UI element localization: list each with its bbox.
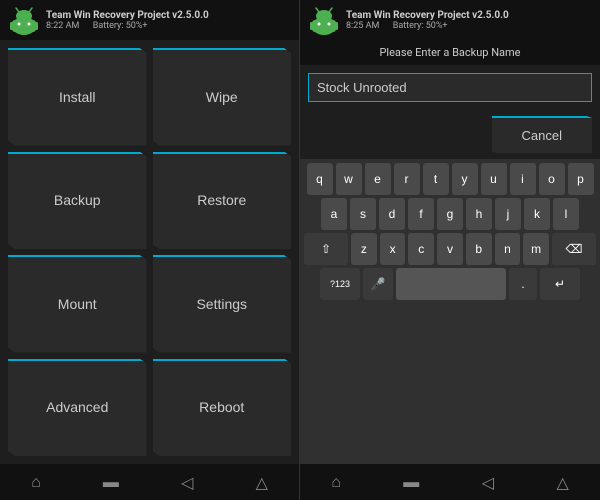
backspace-key[interactable]: ⌫ bbox=[552, 233, 596, 265]
backup-name-input[interactable] bbox=[308, 73, 592, 102]
key-n[interactable]: n bbox=[495, 233, 521, 265]
key-s[interactable]: s bbox=[350, 198, 376, 230]
key-g[interactable]: g bbox=[437, 198, 463, 230]
key-y[interactable]: y bbox=[452, 163, 478, 195]
recents-icon-right[interactable]: △ bbox=[556, 473, 568, 492]
period-key[interactable]: . bbox=[509, 268, 537, 300]
recents-icon-left[interactable]: △ bbox=[256, 473, 268, 492]
right-header-text: Team Win Recovery Project v2.5.0.0 8:25 … bbox=[346, 10, 509, 31]
enter-key[interactable]: ↵ bbox=[540, 268, 580, 300]
key-r[interactable]: r bbox=[394, 163, 420, 195]
menu-button-grid: Install Wipe Backup Restore Mount Settin… bbox=[0, 40, 299, 464]
key-z[interactable]: z bbox=[351, 233, 377, 265]
keyboard-row-2: a s d f g h j k l bbox=[304, 198, 596, 230]
right-bottom-nav: ⌂ ▬ ◁ △ bbox=[300, 464, 600, 500]
settings-button[interactable]: Settings bbox=[153, 255, 292, 353]
key-h[interactable]: h bbox=[466, 198, 492, 230]
advanced-button[interactable]: Advanced bbox=[8, 359, 147, 457]
right-header: Team Win Recovery Project v2.5.0.0 8:25 … bbox=[300, 0, 600, 40]
keyboard-row-3: ⇧ z x c v b n m ⌫ bbox=[304, 233, 596, 265]
key-x[interactable]: x bbox=[380, 233, 406, 265]
key-v[interactable]: v bbox=[437, 233, 463, 265]
key-o[interactable]: o bbox=[539, 163, 565, 195]
right-time: 8:25 AM bbox=[346, 21, 379, 31]
android-logo-left bbox=[8, 4, 40, 36]
key-c[interactable]: c bbox=[408, 233, 434, 265]
left-subtitle: 8:22 AM Battery: 50%+ bbox=[46, 21, 209, 31]
key-q[interactable]: q bbox=[307, 163, 333, 195]
left-title: Team Win Recovery Project v2.5.0.0 bbox=[46, 10, 209, 21]
right-subtitle: 8:25 AM Battery: 50%+ bbox=[346, 21, 509, 31]
key-k[interactable]: k bbox=[524, 198, 550, 230]
mount-button[interactable]: Mount bbox=[8, 255, 147, 353]
left-battery: Battery: 50%+ bbox=[93, 21, 148, 31]
backup-input-area bbox=[300, 65, 600, 110]
right-title: Team Win Recovery Project v2.5.0.0 bbox=[346, 10, 509, 21]
key-j[interactable]: j bbox=[495, 198, 521, 230]
back-icon-left[interactable]: ◁ bbox=[181, 473, 193, 492]
key-i[interactable]: i bbox=[510, 163, 536, 195]
home-icon-left[interactable]: ⌂ bbox=[31, 472, 41, 492]
key-b[interactable]: b bbox=[466, 233, 492, 265]
key-w[interactable]: w bbox=[336, 163, 362, 195]
key-l[interactable]: l bbox=[553, 198, 579, 230]
key-a[interactable]: a bbox=[321, 198, 347, 230]
reboot-button[interactable]: Reboot bbox=[153, 359, 292, 457]
keyboard-row-1: q w e r t y u i o p bbox=[304, 163, 596, 195]
key-f[interactable]: f bbox=[408, 198, 434, 230]
cancel-button[interactable]: Cancel bbox=[492, 116, 592, 153]
key-u[interactable]: u bbox=[481, 163, 507, 195]
backup-prompt: Please Enter a Backup Name bbox=[300, 40, 600, 65]
android-logo-right bbox=[308, 4, 340, 36]
cancel-area: Cancel bbox=[300, 110, 600, 159]
left-time: 8:22 AM bbox=[46, 21, 79, 31]
shift-key[interactable]: ⇧ bbox=[304, 233, 348, 265]
restore-button[interactable]: Restore bbox=[153, 152, 292, 250]
key-m[interactable]: m bbox=[523, 233, 549, 265]
space-key[interactable] bbox=[396, 268, 506, 300]
left-panel: Team Win Recovery Project v2.5.0.0 8:22 … bbox=[0, 0, 300, 500]
right-panel: Team Win Recovery Project v2.5.0.0 8:25 … bbox=[300, 0, 600, 500]
key-d[interactable]: d bbox=[379, 198, 405, 230]
backup-button[interactable]: Backup bbox=[8, 152, 147, 250]
home-icon-right[interactable]: ⌂ bbox=[331, 472, 341, 492]
key-e[interactable]: e bbox=[365, 163, 391, 195]
key-p[interactable]: p bbox=[568, 163, 594, 195]
left-header-text: Team Win Recovery Project v2.5.0.0 8:22 … bbox=[46, 10, 209, 31]
left-bottom-nav: ⌂ ▬ ◁ △ bbox=[0, 464, 299, 500]
left-header: Team Win Recovery Project v2.5.0.0 8:22 … bbox=[0, 0, 299, 40]
wipe-button[interactable]: Wipe bbox=[153, 48, 292, 146]
key-t[interactable]: t bbox=[423, 163, 449, 195]
num-key[interactable]: ?123 bbox=[320, 268, 360, 300]
menu-icon-left[interactable]: ▬ bbox=[103, 472, 119, 492]
back-icon-right[interactable]: ◁ bbox=[482, 473, 494, 492]
menu-icon-right[interactable]: ▬ bbox=[403, 472, 419, 492]
install-button[interactable]: Install bbox=[8, 48, 147, 146]
mic-key[interactable]: 🎤 bbox=[363, 268, 393, 300]
keyboard-row-4: ?123 🎤 . ↵ bbox=[304, 268, 596, 300]
right-battery: Battery: 50%+ bbox=[393, 21, 448, 31]
keyboard: q w e r t y u i o p a s d f g h j k l ⇧ … bbox=[300, 159, 600, 464]
